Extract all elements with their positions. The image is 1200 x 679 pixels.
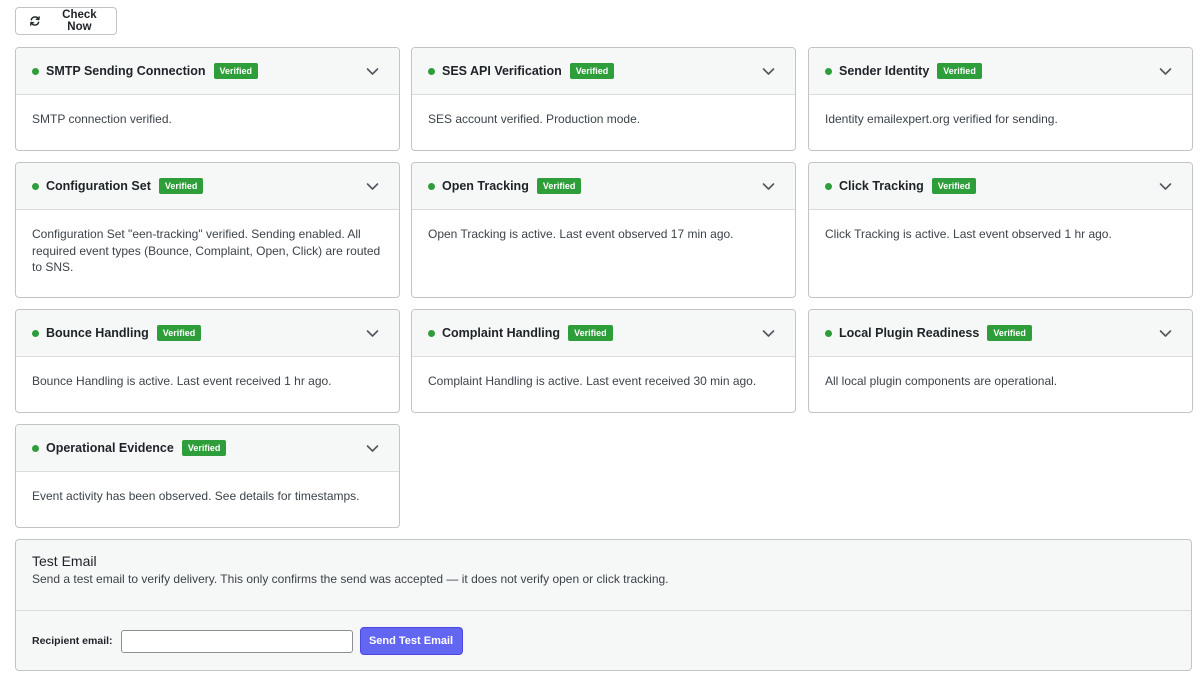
status-badge: Verified [536,178,582,194]
card-body: Click Tracking is active. Last event obs… [825,227,1112,241]
card-title: Bounce Handling [46,326,149,340]
recipient-email-label: Recipient email: [32,635,113,647]
status-dot-icon [825,329,832,337]
chevron-down-icon[interactable] [1159,182,1172,191]
chevron-down-icon[interactable] [762,67,775,76]
status-card-click-tracking: Click Tracking Verified Click Tracking i… [808,162,1193,298]
card-body: Bounce Handling is active. Last event re… [32,374,332,388]
test-email-header: Test Email Send a test email to verify d… [16,540,1191,611]
refresh-icon [30,16,40,26]
chevron-down-icon[interactable] [366,182,379,191]
card-title: SES API Verification [442,64,562,78]
status-dot-icon [32,444,39,452]
status-badge: Verified [158,178,204,194]
card-body: SES account verified. Production mode. [428,112,641,126]
card-header[interactable]: Operational Evidence Verified [16,425,399,472]
card-header[interactable]: Open Tracking Verified [412,163,795,210]
recipient-email-input[interactable] [120,629,353,653]
status-card-local-plugin: Local Plugin Readiness Verified All loca… [808,309,1193,413]
card-header[interactable]: Complaint Handling Verified [412,310,795,357]
status-badge: Verified [937,63,982,79]
card-header[interactable]: Configuration Set Verified [16,163,399,210]
status-dot-icon [32,329,39,337]
chevron-down-icon[interactable] [1159,67,1172,76]
test-email-description: Send a test email to verify delivery. Th… [32,572,669,586]
status-badge: Verified [156,325,202,341]
status-dot-icon [825,67,832,75]
chevron-down-icon[interactable] [366,444,379,453]
card-header[interactable]: Click Tracking Verified [809,163,1192,210]
send-test-email-button[interactable]: Send Test Email [359,627,463,655]
card-body: Complaint Handling is active. Last event… [428,374,757,388]
status-dot-icon [825,182,832,190]
status-badge: Verified [213,63,259,79]
status-card-configuration-set: Configuration Set Verified Configuration… [15,162,400,298]
chevron-down-icon[interactable] [366,329,379,338]
card-body: Configuration Set "een-tracking" verifie… [32,227,381,274]
card-title: Operational Evidence [46,441,174,455]
card-title: Local Plugin Readiness [839,326,980,340]
chevron-down-icon[interactable] [1159,329,1172,338]
status-dot-icon [428,67,435,75]
card-body: Open Tracking is active. Last event obse… [428,227,734,241]
status-badge: Verified [931,178,977,194]
card-body: Event activity has been observed. See de… [32,489,360,503]
card-header[interactable]: Bounce Handling Verified [16,310,399,357]
chevron-down-icon[interactable] [762,329,775,338]
card-title: SMTP Sending Connection [46,64,206,78]
card-title: Click Tracking [839,179,924,193]
card-header[interactable]: Sender Identity Verified [809,48,1192,95]
status-badge: Verified [987,325,1032,341]
card-title: Complaint Handling [442,326,561,340]
status-card-sender-identity: Sender Identity Verified Identity emaile… [808,47,1193,151]
card-title: Open Tracking [442,179,529,193]
card-header[interactable]: Local Plugin Readiness Verified [809,310,1192,357]
card-header[interactable]: SMTP Sending Connection Verified [16,48,399,95]
card-title: Sender Identity [839,64,930,78]
status-card-operational-evidence: Operational Evidence Verified Event acti… [15,424,400,528]
check-now-label: Check Now [62,9,97,33]
status-badge: Verified [568,325,613,341]
chevron-down-icon[interactable] [366,67,379,76]
status-card-complaint-handling: Complaint Handling Verified Complaint Ha… [411,309,796,413]
card-header[interactable]: SES API Verification Verified [412,48,795,95]
card-title: Configuration Set [46,179,151,193]
status-card-bounce-handling: Bounce Handling Verified Bounce Handling… [15,309,400,413]
chevron-down-icon[interactable] [762,182,775,191]
status-badge: Verified [569,63,615,79]
status-card-open-tracking: Open Tracking Verified Open Tracking is … [411,162,796,298]
card-body: Identity emailexpert.org verified for se… [825,112,1058,126]
status-dot-icon [428,329,435,337]
check-now-button[interactable]: Check Now [15,7,117,35]
status-card-ses-api: SES API Verification Verified SES accoun… [411,47,796,151]
test-email-form: Recipient email: Send Test Email [16,611,1191,655]
card-body: All local plugin components are operatio… [825,374,1058,388]
test-email-title: Test Email [32,553,97,569]
status-dot-icon [32,67,39,75]
status-badge: Verified [181,440,227,456]
status-dot-icon [428,182,435,190]
test-email-panel: Test Email Send a test email to verify d… [15,539,1192,671]
status-dot-icon [32,182,39,190]
card-body: SMTP connection verified. [32,112,172,126]
status-card-smtp: SMTP Sending Connection Verified SMTP co… [15,47,400,151]
